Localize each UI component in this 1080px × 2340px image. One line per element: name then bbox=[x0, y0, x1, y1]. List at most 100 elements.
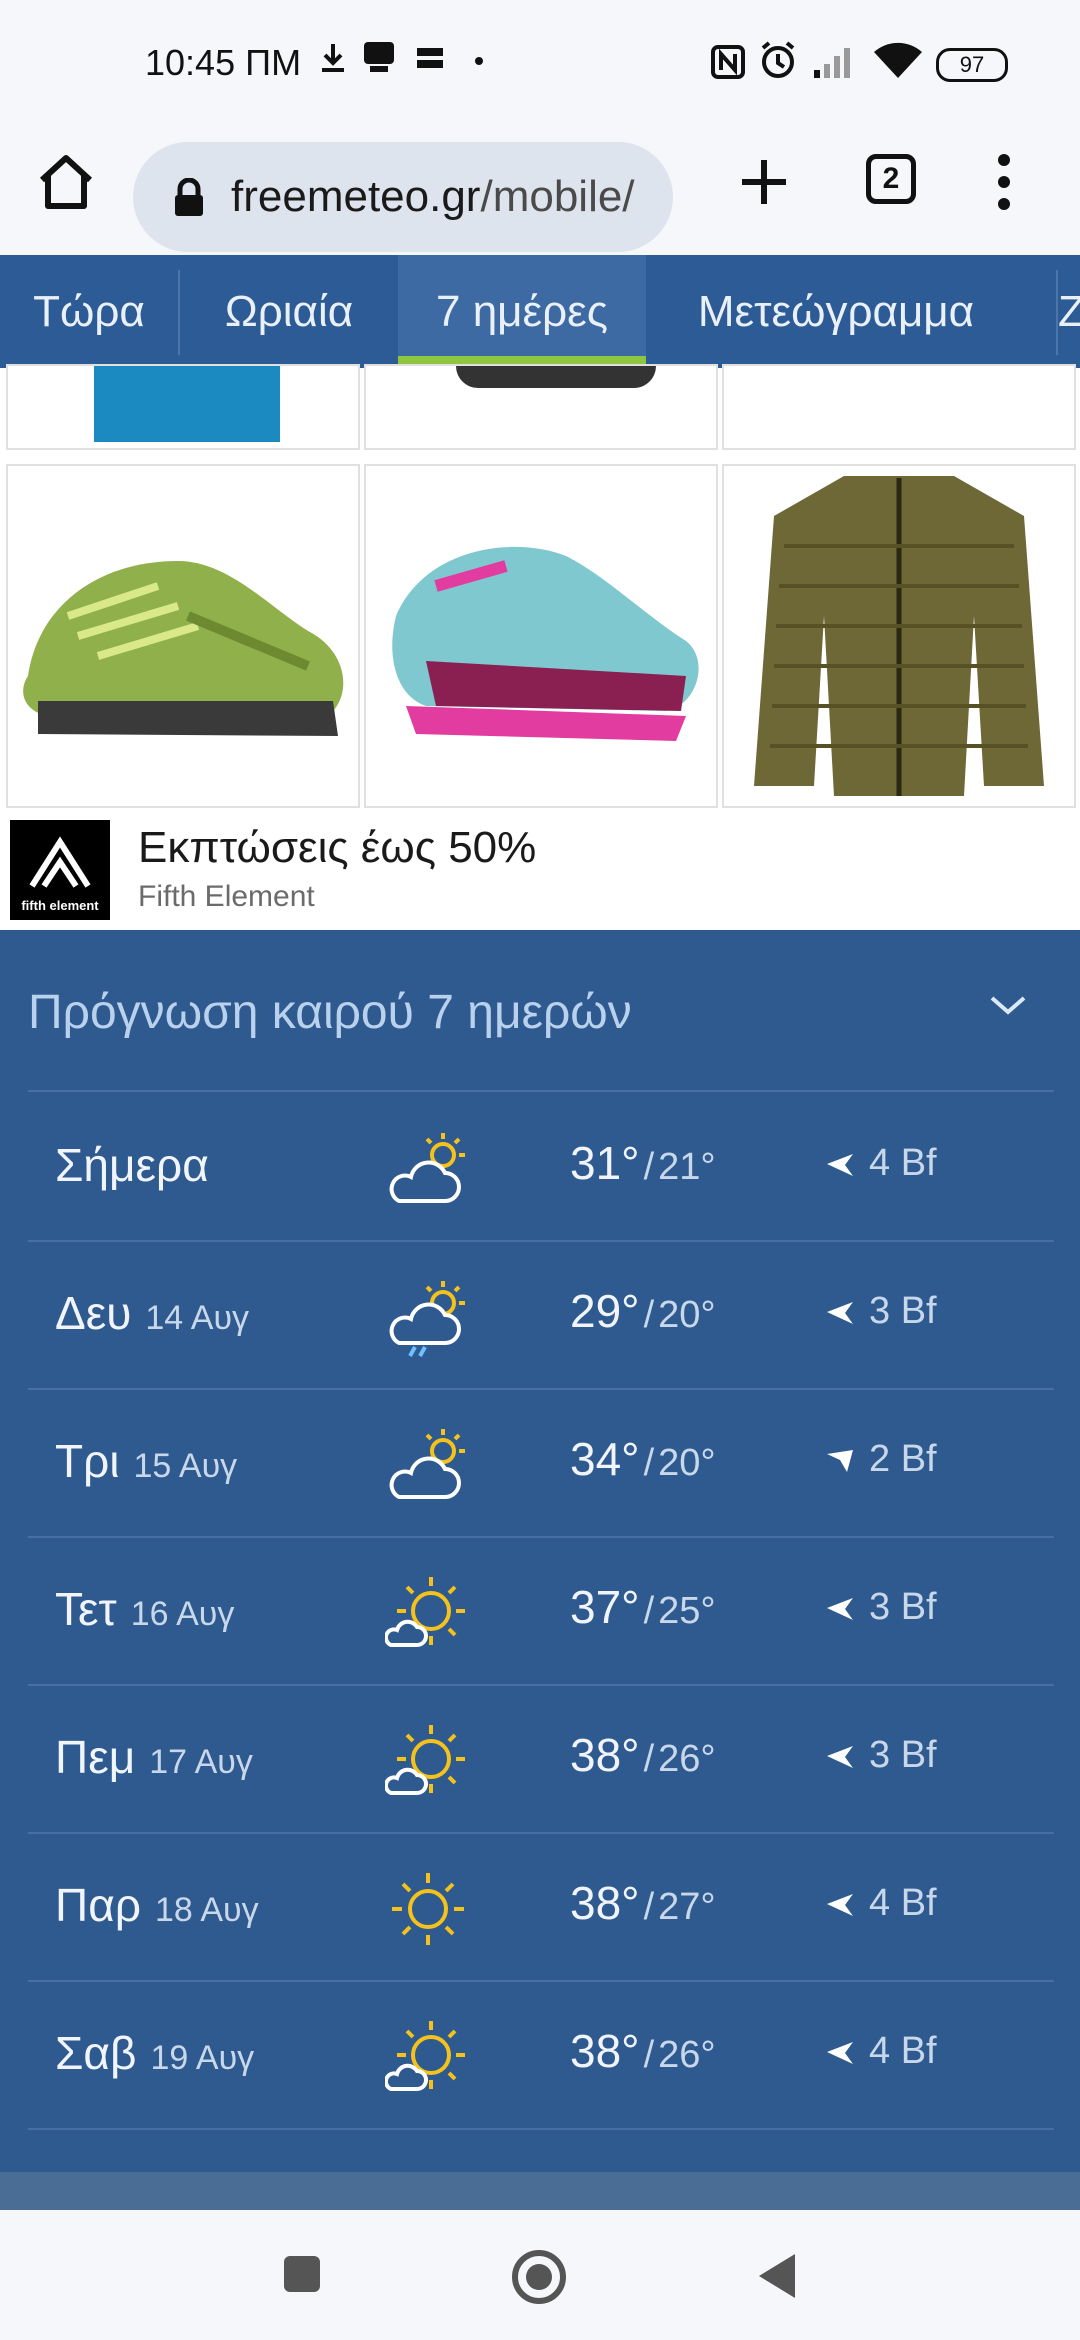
address-bar[interactable]: freemeteo.gr/mobile/ bbox=[133, 142, 673, 252]
tab-switcher-button[interactable]: 2 bbox=[866, 154, 916, 204]
pink-shoe-image bbox=[392, 546, 699, 741]
partly-cloudy-icon bbox=[389, 1133, 465, 1203]
status-bar: 10:45 ΠΜ 97 bbox=[0, 0, 1080, 130]
dot-icon bbox=[475, 57, 483, 65]
url-path: /mobile/ bbox=[480, 172, 635, 221]
fifth-element-logo: fifth element bbox=[10, 820, 110, 920]
forecast-nav-tabs: Τώρα Ωριαία 7 ημέρες Μετεώγραμμα Ζ bbox=[0, 255, 1080, 368]
ad-product-shirt[interactable] bbox=[6, 364, 360, 450]
wind-speed: 3 Bf bbox=[869, 1586, 937, 1628]
day-name: Σαβ bbox=[55, 2027, 137, 2079]
temp-min: 27° bbox=[658, 1886, 716, 1928]
forecast-row[interactable]: Δευ 14 Αυγ 29°/20° 3 Bf bbox=[0, 1240, 1080, 1388]
ad-product-blank[interactable] bbox=[722, 364, 1076, 450]
ad-product-pink-shoe[interactable] bbox=[364, 464, 718, 808]
forecast-row[interactable]: Τρι 15 Αυγ 34°/20° 2 Bf bbox=[0, 1388, 1080, 1536]
temp-max: 38° bbox=[570, 2025, 640, 2077]
day-date: 17 Αυγ bbox=[149, 1743, 253, 1781]
forecast-row[interactable]: Πεμ 17 Αυγ 38°/26° 3 Bf bbox=[0, 1684, 1080, 1832]
day-label: Σήμερα bbox=[55, 1138, 209, 1192]
wind-arrow-icon bbox=[827, 1597, 853, 1620]
day-name: Τετ bbox=[55, 1583, 117, 1635]
sun-icon bbox=[392, 1873, 464, 1945]
day-label: Δευ 14 Αυγ bbox=[55, 1286, 249, 1340]
tab-more[interactable]: Ζ bbox=[1058, 255, 1080, 368]
temp-max: 37° bbox=[570, 1581, 640, 1633]
wind: 4 Bf bbox=[825, 2030, 937, 2073]
day-name: Σήμερα bbox=[55, 1139, 209, 1191]
tab-hourly[interactable]: Ωριαία bbox=[180, 255, 398, 368]
wind: 4 Bf bbox=[825, 1882, 937, 1925]
tab-meteogram[interactable]: Μετεώγραμμα bbox=[668, 255, 1004, 368]
system-nav-bar bbox=[0, 2210, 1080, 2340]
wind: 2 Bf bbox=[825, 1438, 937, 1481]
day-label: Παρ 18 Αυγ bbox=[55, 1878, 259, 1932]
day-date: 16 Αυγ bbox=[130, 1595, 235, 1633]
day-label: Τετ 16 Αυγ bbox=[55, 1582, 234, 1636]
ad-advertiser: Fifth Element bbox=[138, 880, 315, 913]
wind-speed: 3 Bf bbox=[869, 1290, 937, 1332]
temperature: 37°/25° bbox=[570, 1581, 716, 1633]
day-label: Τρι 15 Αυγ bbox=[55, 1434, 237, 1488]
forecast-row[interactable]: Σαβ 19 Αυγ 38°/26° 4 Bf bbox=[0, 1980, 1080, 2128]
wind-speed: 3 Bf bbox=[869, 1734, 937, 1776]
ad-title[interactable]: Εκπτώσεις έως 50% bbox=[138, 823, 536, 873]
forecast-title[interactable]: Πρόγνωση καιρού 7 ημερών bbox=[28, 985, 632, 1040]
new-tab-icon[interactable] bbox=[732, 150, 796, 214]
tab-now[interactable]: Τώρα bbox=[0, 255, 178, 368]
temperature: 38°/26° bbox=[570, 2025, 716, 2077]
temp-max: 29° bbox=[570, 1285, 640, 1337]
day-name: Τρι bbox=[55, 1435, 120, 1487]
day-name: Πεμ bbox=[55, 1731, 136, 1783]
wifi-icon bbox=[874, 42, 922, 78]
wind-speed: 4 Bf bbox=[869, 1142, 937, 1184]
ad-product-jacket[interactable] bbox=[722, 464, 1076, 808]
home-nav-icon[interactable] bbox=[510, 2248, 568, 2306]
temperature: 31°/21° bbox=[570, 1137, 716, 1189]
url-text: freemeteo.gr/mobile/ bbox=[231, 172, 635, 222]
forecast-row[interactable]: Παρ 18 Αυγ 38°/27° 4 Bf bbox=[0, 1832, 1080, 1980]
temp-min: 21° bbox=[658, 1146, 716, 1188]
mostly-sunny-icon bbox=[385, 1577, 465, 1647]
ad-product-shoe[interactable] bbox=[364, 364, 718, 450]
forecast-row[interactable]: Σήμερα 31°/21° 4 Bf bbox=[0, 1092, 1080, 1240]
recents-icon[interactable] bbox=[282, 2254, 322, 2294]
lock-icon bbox=[175, 178, 203, 216]
wind-arrow-icon bbox=[827, 1153, 853, 1176]
temperature: 38°/27° bbox=[570, 1877, 716, 1929]
day-date: 14 Αυγ bbox=[145, 1299, 250, 1337]
wind: 4 Bf bbox=[825, 1142, 937, 1185]
signal-icon bbox=[814, 48, 850, 78]
more-menu-icon[interactable] bbox=[990, 152, 1018, 212]
day-name: Δευ bbox=[55, 1287, 132, 1339]
jacket-image bbox=[754, 476, 1044, 796]
home-icon[interactable] bbox=[34, 150, 98, 214]
back-icon[interactable] bbox=[755, 2252, 799, 2300]
wind-speed: 4 Bf bbox=[869, 1882, 937, 1924]
day-label: Σαβ 19 Αυγ bbox=[55, 2026, 254, 2080]
seven-day-forecast: Πρόγνωση καιρού 7 ημερών Σήμερα 31°/21° … bbox=[0, 930, 1080, 2210]
temp-min: 26° bbox=[658, 1738, 716, 1780]
temp-min: 20° bbox=[658, 1442, 716, 1484]
info-icon bbox=[417, 48, 443, 68]
wind-arrow-icon bbox=[827, 1449, 853, 1472]
temp-min: 26° bbox=[658, 2034, 716, 2076]
day-date: 19 Αυγ bbox=[150, 2039, 255, 2077]
temperature: 29°/20° bbox=[570, 1285, 716, 1337]
advertisement[interactable]: fifth element Εκπτώσεις έως 50% Fifth El… bbox=[0, 364, 1080, 930]
temp-max: 38° bbox=[570, 1877, 640, 1929]
mostly-sunny-icon bbox=[385, 1725, 465, 1795]
chevron-down-icon[interactable] bbox=[988, 990, 1028, 1020]
battery-indicator: 97 bbox=[936, 48, 1008, 82]
temp-max: 31° bbox=[570, 1137, 640, 1189]
wind-arrow-icon bbox=[827, 1301, 853, 1324]
cloud-rain-sun-icon bbox=[389, 1281, 465, 1357]
wind-speed: 2 Bf bbox=[869, 1438, 937, 1480]
wind-speed: 4 Bf bbox=[869, 2030, 937, 2072]
wind: 3 Bf bbox=[825, 1734, 937, 1777]
forecast-row[interactable]: Τετ 16 Αυγ 37°/25° 3 Bf bbox=[0, 1536, 1080, 1684]
download-icon bbox=[322, 44, 344, 72]
tab-7-days[interactable]: 7 ημέρες bbox=[398, 255, 646, 368]
ad-product-green-shoe[interactable] bbox=[6, 464, 360, 808]
logo-text: fifth element bbox=[21, 898, 99, 913]
